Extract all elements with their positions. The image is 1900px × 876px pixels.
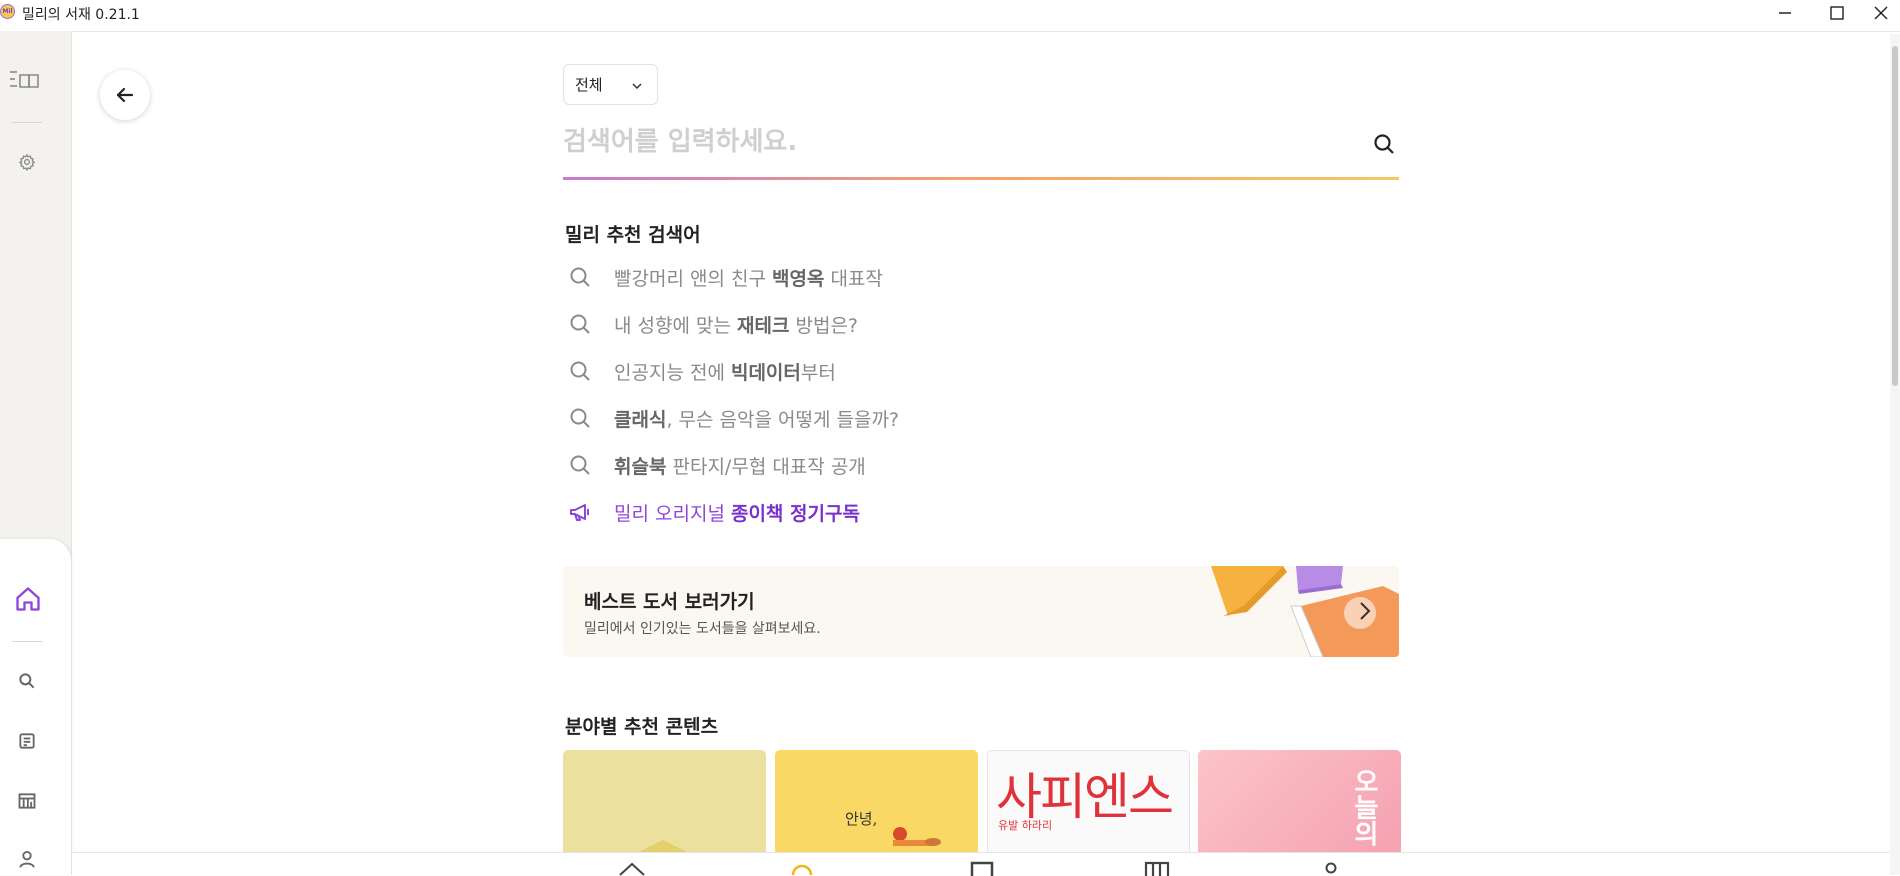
card-art <box>623 840 703 860</box>
library-menu-icon <box>10 71 39 88</box>
recommendation-title: 밀리 추천 검색어 <box>565 224 701 246</box>
megaphone-icon <box>570 504 589 521</box>
search-icon <box>570 361 590 381</box>
search-icon <box>1374 134 1394 154</box>
filter-label: 전체 <box>575 76 603 94</box>
store-icon <box>18 793 36 809</box>
recommendation-item[interactable]: 내 성향에 맞는 재테크 방법은? <box>568 309 1168 339</box>
post-icon[interactable] <box>970 861 994 876</box>
gear-icon <box>18 153 36 172</box>
nav-search[interactable] <box>17 671 39 693</box>
promo-link[interactable]: 밀리 오리지널 종이책 정기구독 <box>568 497 1168 527</box>
bottom-nav <box>72 852 1900 876</box>
search-icon <box>570 455 590 475</box>
recommendation-text: 인공지능 전에 빅데이터부터 <box>614 361 836 384</box>
nav-post[interactable] <box>17 731 39 753</box>
maximize-button[interactable] <box>1814 0 1860 26</box>
post-icon <box>19 733 35 749</box>
profile-icon <box>19 851 35 868</box>
search-icon[interactable] <box>790 861 814 876</box>
maximize-icon <box>1830 6 1844 20</box>
library-menu-button[interactable] <box>8 65 42 93</box>
search-icon <box>570 408 590 428</box>
sidebar-divider <box>12 641 42 642</box>
card-text: 오늘의 <box>1349 768 1379 846</box>
search-filter-select[interactable]: 전체 <box>563 64 658 105</box>
recommendation-item[interactable]: 클래식, 무슨 음악을 어떻게 들을까? <box>568 403 1168 433</box>
search-input[interactable] <box>563 120 1363 164</box>
arrow-left-icon <box>116 87 134 103</box>
settings-button[interactable] <box>18 153 38 173</box>
search-icon <box>570 314 590 334</box>
window-title: 밀리의 서재 0.21.1 <box>22 7 140 23</box>
search-icon <box>570 267 590 287</box>
best-books-banner[interactable]: 베스트 도서 보러가기 밀리에서 인기있는 도서들을 살펴보세요. <box>563 566 1399 657</box>
banner-subtitle: 밀리에서 인기있는 도서들을 살펴보세요. <box>584 621 821 637</box>
store-icon[interactable] <box>1144 861 1170 876</box>
banner-title: 베스트 도서 보러가기 <box>584 591 755 613</box>
content-card[interactable]: 안녕, <box>775 750 978 860</box>
recommendation-text: 휘슬북 판타지/무협 대표작 공개 <box>614 455 866 478</box>
category-title: 분야별 추천 콘텐츠 <box>565 716 719 738</box>
character-illustration <box>893 827 941 846</box>
minimize-icon <box>1779 12 1791 14</box>
content-card[interactable] <box>563 750 766 860</box>
recommendation-text: 빨강머리 앤의 친구 백영옥 대표작 <box>614 267 883 290</box>
sidebar-nav <box>0 539 72 875</box>
card-text: 안녕, <box>845 810 878 828</box>
minimize-button[interactable] <box>1762 0 1808 26</box>
promo-text: 밀리 오리지널 종이책 정기구독 <box>614 502 860 525</box>
sidebar-divider <box>12 122 42 123</box>
home-icon <box>16 587 40 611</box>
recommendation-item[interactable]: 빨강머리 앤의 친구 백영옥 대표작 <box>568 262 1168 292</box>
recommendation-item[interactable]: 인공지능 전에 빅데이터부터 <box>568 356 1168 386</box>
scrollbar-thumb[interactable] <box>1892 46 1898 386</box>
close-button[interactable] <box>1858 0 1900 26</box>
recommendation-text: 클래식, 무슨 음악을 어떻게 들을까? <box>614 408 900 431</box>
nav-profile[interactable] <box>17 849 39 871</box>
search-submit-button[interactable] <box>1370 130 1398 158</box>
nav-store[interactable] <box>17 791 39 813</box>
back-button[interactable] <box>100 70 150 120</box>
content-card[interactable]: 사피엔스 유발 하라리 <box>987 750 1190 860</box>
nav-home[interactable] <box>13 584 43 614</box>
card-subtext: 유발 하라리 <box>998 819 1053 832</box>
chevron-down-icon <box>632 83 642 90</box>
app-logo-icon: Mil <box>0 4 15 19</box>
content-card[interactable]: 오늘의 <box>1198 750 1401 860</box>
profile-icon[interactable] <box>1322 861 1340 876</box>
recommendation-item[interactable]: 휘슬북 판타지/무협 대표작 공개 <box>568 450 1168 480</box>
search-icon <box>19 673 35 689</box>
recommendation-text: 내 성향에 맞는 재테크 방법은? <box>614 314 859 337</box>
chevron-right-icon <box>1360 602 1371 620</box>
close-icon <box>1874 6 1888 20</box>
home-icon[interactable] <box>618 861 646 876</box>
title-bar: Mil 밀리의 서재 0.21.1 <box>0 0 1900 32</box>
search-underline <box>563 177 1399 180</box>
